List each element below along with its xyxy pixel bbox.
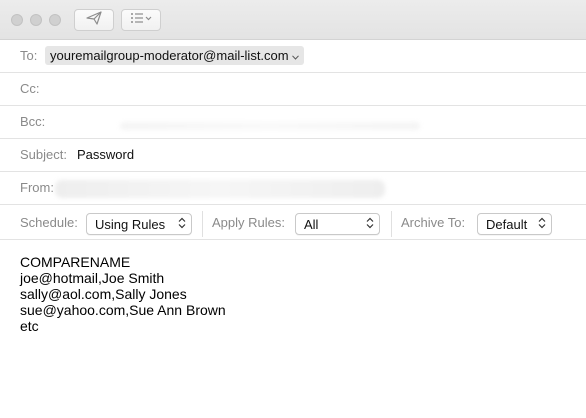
to-label: To: <box>20 48 38 63</box>
bcc-row[interactable]: Bcc: <box>0 106 586 139</box>
from-row: From: <box>0 172 586 205</box>
body-line: COMPARENAME <box>20 254 131 270</box>
bcc-label: Bcc: <box>20 114 46 129</box>
body-line: sally@aol.com,Sally Jones <box>20 286 187 302</box>
stepper-arrows-icon <box>538 217 546 229</box>
send-button[interactable] <box>74 9 114 31</box>
stepper-arrows-icon <box>366 217 374 229</box>
redacted-from-address[interactable] <box>55 180 385 198</box>
subject-input[interactable]: Password <box>77 147 134 162</box>
apply-rules-select[interactable]: All <box>295 213 380 235</box>
recipient-address: youremailgroup-moderator@mail-list.com <box>50 48 289 63</box>
schedule-value: Using Rules <box>95 217 166 232</box>
list-format-icon <box>130 11 152 29</box>
message-body[interactable]: COMPARENAME joe@hotmail,Joe Smith sally@… <box>20 254 226 334</box>
chevron-down-icon <box>291 48 299 63</box>
body-line: joe@hotmail,Joe Smith <box>20 270 165 286</box>
stepper-arrows-icon <box>178 217 186 229</box>
subject-label: Subject: <box>20 147 67 162</box>
format-button[interactable] <box>121 9 161 31</box>
schedule-label: Schedule: <box>20 215 78 230</box>
zoom-window-button[interactable] <box>49 14 61 26</box>
archive-value: Default <box>486 217 528 232</box>
body-line: etc <box>20 318 39 334</box>
redacted-bcc <box>120 122 420 130</box>
cc-row[interactable]: Cc: <box>0 73 586 106</box>
archive-select[interactable]: Default <box>477 213 552 235</box>
recipient-token[interactable]: youremailgroup-moderator@mail-list.com <box>45 46 304 65</box>
window-titlebar <box>0 0 586 40</box>
apply-rules-label: Apply Rules: <box>212 215 285 230</box>
minimize-window-button[interactable] <box>30 14 42 26</box>
to-row: To: youremailgroup-moderator@mail-list.c… <box>0 40 586 73</box>
close-window-button[interactable] <box>11 14 23 26</box>
options-divider <box>202 211 203 237</box>
options-divider <box>391 211 392 237</box>
paper-plane-icon <box>86 10 102 30</box>
apply-rules-value: All <box>304 217 319 232</box>
schedule-select[interactable]: Using Rules <box>86 213 192 235</box>
body-line: sue@yahoo.com,Sue Ann Brown <box>20 302 226 318</box>
archive-label: Archive To: <box>401 215 466 230</box>
from-label: From: <box>20 180 54 195</box>
options-row: Schedule: Using Rules Apply Rules: All A… <box>0 205 586 240</box>
cc-label: Cc: <box>20 81 40 96</box>
subject-row[interactable]: Subject: Password <box>0 139 586 172</box>
